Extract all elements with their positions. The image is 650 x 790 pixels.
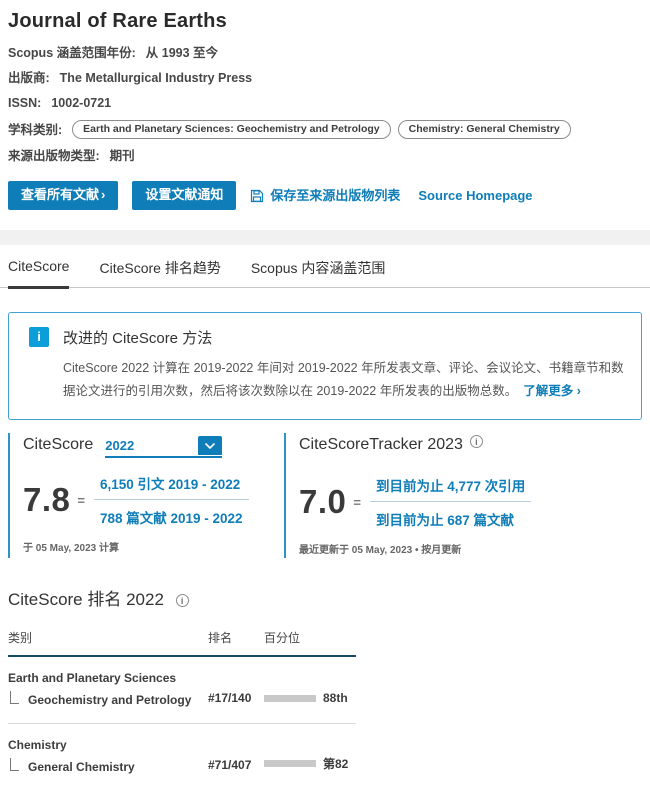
learn-more-link[interactable]: 了解更多 › bbox=[523, 384, 581, 398]
citescore-denominator: 788 篇文献 2019 - 2022 bbox=[94, 500, 249, 527]
category-cell: Chemistry General Chemistry bbox=[8, 738, 208, 774]
tab-citescore-rank-trend[interactable]: CiteScore 排名趋势 bbox=[99, 258, 220, 287]
subject-label: 学科类别: bbox=[8, 122, 62, 138]
citescore-panel: CiteScore 2022 7.8 = 6,150 引文 2019 - 202… bbox=[8, 433, 284, 558]
chevron-right-icon: › bbox=[101, 187, 105, 202]
tracker-fraction: 到目前为止 4,777 次引用 到目前为止 687 篇文献 bbox=[370, 475, 531, 529]
column-rank: 排名 bbox=[208, 629, 264, 646]
rank-section-heading: CiteScore 排名 2022 i bbox=[8, 585, 642, 610]
citescore-panels: CiteScore 2022 7.8 = 6,150 引文 2019 - 202… bbox=[8, 433, 642, 558]
issn-label: ISSN: bbox=[8, 95, 41, 111]
subcategory-row: General Chemistry bbox=[8, 758, 208, 774]
info-box-content: 改进的 CiteScore 方法 CiteScore 2022 计算在 2019… bbox=[63, 327, 625, 402]
citescore-calculated-note: 于 05 May, 2023 计算 bbox=[23, 539, 284, 554]
table-row: Earth and Planetary Sciences Geochemistr… bbox=[8, 657, 356, 724]
category-cell: Earth and Planetary Sciences Geochemistr… bbox=[8, 671, 208, 707]
publisher-row: 出版商: The Metallurgical Industry Press bbox=[8, 70, 642, 86]
info-box-body: CiteScore 2022 计算在 2019-2022 年间对 2019-20… bbox=[63, 357, 625, 402]
citescore-year-dropdown[interactable]: 2022 bbox=[105, 436, 222, 458]
subject-tag-earth-planetary[interactable]: Earth and Planetary Sciences: Geochemist… bbox=[72, 120, 390, 139]
source-type-row: 来源出版物类型: 期刊 bbox=[8, 148, 642, 164]
tracker-denominator: 到目前为止 687 篇文献 bbox=[370, 502, 531, 529]
tracker-info-icon[interactable]: i bbox=[470, 435, 483, 448]
tracker-value: 7.0 bbox=[299, 483, 346, 521]
issn-row: ISSN: 1002-0721 bbox=[8, 95, 642, 111]
category-name: Chemistry bbox=[8, 738, 208, 753]
view-all-documents-label: 查看所有文献 bbox=[21, 187, 99, 202]
subcategory-name: Geochemistry and Petrology bbox=[28, 693, 191, 707]
chevron-down-icon bbox=[205, 443, 215, 449]
citescore-heading: CiteScore bbox=[23, 436, 93, 454]
rank-info-icon[interactable]: i bbox=[176, 594, 189, 607]
subcategory-name: General Chemistry bbox=[28, 760, 135, 774]
tracker-panel-head: CiteScoreTracker 2023 i bbox=[299, 436, 642, 454]
save-to-source-list-label: 保存至来源出版物列表 bbox=[270, 188, 400, 204]
citescore-value: 7.8 bbox=[23, 481, 70, 519]
source-homepage-link[interactable]: Source Homepage bbox=[418, 188, 532, 204]
percentile-label: 88th bbox=[323, 691, 348, 705]
citescore-equation: 7.8 = 6,150 引文 2019 - 2022 788 篇文献 2019 … bbox=[23, 473, 284, 527]
equals-sign: = bbox=[353, 495, 361, 510]
set-document-alert-button[interactable]: 设置文献通知 bbox=[132, 181, 236, 210]
citescore-tracker-panel: CiteScoreTracker 2023 i 7.0 = 到目前为止 4,77… bbox=[284, 433, 642, 558]
citescore-numerator: 6,150 引文 2019 - 2022 bbox=[94, 473, 249, 500]
issn-value: 1002-0721 bbox=[51, 95, 111, 111]
page-title: Journal of Rare Earths bbox=[8, 10, 642, 33]
tracker-heading: CiteScoreTracker 2023 bbox=[299, 436, 463, 454]
year-dropdown-button[interactable] bbox=[198, 436, 222, 455]
publisher-label: 出版商: bbox=[8, 70, 50, 86]
save-icon bbox=[250, 189, 264, 203]
citescore-fraction: 6,150 引文 2019 - 2022 788 篇文献 2019 - 2022 bbox=[94, 473, 249, 527]
subcategory-row: Geochemistry and Petrology bbox=[8, 691, 208, 707]
tab-bar: CiteScore CiteScore 排名趋势 Scopus 内容涵盖范围 bbox=[0, 245, 650, 288]
percentile-cell: 第82 bbox=[264, 755, 356, 774]
table-row: Chemistry General Chemistry #71/407 第82 bbox=[8, 724, 356, 790]
section-divider-band bbox=[0, 230, 650, 245]
coverage-row: Scopus 涵盖范围年份: 从 1993 至今 bbox=[8, 45, 642, 61]
info-box-title: 改进的 CiteScore 方法 bbox=[63, 327, 625, 348]
percentile-bar bbox=[264, 695, 316, 702]
journal-header: Journal of Rare Earths Scopus 涵盖范围年份: 从 … bbox=[0, 0, 650, 210]
rank-cell: #17/140 bbox=[208, 691, 264, 707]
set-document-alert-label: 设置文献通知 bbox=[145, 187, 223, 202]
tree-connector-icon bbox=[10, 758, 19, 771]
equals-sign: = bbox=[77, 493, 85, 508]
tab-citescore[interactable]: CiteScore bbox=[8, 258, 69, 289]
citescore-year-value: 2022 bbox=[105, 438, 134, 456]
tree-connector-icon bbox=[10, 691, 19, 704]
source-type-value: 期刊 bbox=[110, 148, 135, 164]
coverage-value: 从 1993 至今 bbox=[146, 45, 218, 61]
citescore-tab-content: i 改进的 CiteScore 方法 CiteScore 2022 计算在 20… bbox=[0, 312, 650, 790]
rank-table: 类别 排名 百分位 Earth and Planetary Sciences G… bbox=[8, 629, 356, 790]
source-homepage-label: Source Homepage bbox=[418, 188, 532, 204]
publisher-value: The Metallurgical Industry Press bbox=[60, 70, 252, 86]
percentile-label: 第82 bbox=[323, 755, 348, 772]
tracker-updated-note: 最近更新于 05 May, 2023 • 按月更新 bbox=[299, 541, 642, 556]
action-bar: 查看所有文献› 设置文献通知 保存至来源出版物列表 Source Homepag… bbox=[8, 181, 642, 210]
rank-heading-text: CiteScore 排名 2022 bbox=[8, 590, 164, 609]
citescore-panel-head: CiteScore 2022 bbox=[23, 436, 284, 458]
subject-area-row: 学科类别: Earth and Planetary Sciences: Geoc… bbox=[8, 120, 642, 139]
percentile-bar bbox=[264, 760, 316, 767]
rank-cell: #71/407 bbox=[208, 758, 264, 774]
rank-table-header: 类别 排名 百分位 bbox=[8, 629, 356, 657]
percentile-cell: 88th bbox=[264, 691, 356, 707]
citescore-method-info-box: i 改进的 CiteScore 方法 CiteScore 2022 计算在 20… bbox=[8, 312, 642, 420]
column-category: 类别 bbox=[8, 629, 208, 646]
save-to-source-list-link[interactable]: 保存至来源出版物列表 bbox=[250, 188, 400, 204]
coverage-label: Scopus 涵盖范围年份: bbox=[8, 45, 136, 61]
source-type-label: 来源出版物类型: bbox=[8, 148, 100, 164]
tracker-numerator: 到目前为止 4,777 次引用 bbox=[370, 475, 531, 502]
subject-tag-chemistry[interactable]: Chemistry: General Chemistry bbox=[398, 120, 571, 139]
view-all-documents-button[interactable]: 查看所有文献› bbox=[8, 181, 118, 210]
tab-scopus-coverage[interactable]: Scopus 内容涵盖范围 bbox=[251, 258, 386, 287]
category-name: Earth and Planetary Sciences bbox=[8, 671, 208, 686]
info-icon: i bbox=[29, 327, 49, 347]
tracker-equation: 7.0 = 到目前为止 4,777 次引用 到目前为止 687 篇文献 bbox=[299, 475, 642, 529]
column-percentile: 百分位 bbox=[264, 629, 356, 646]
